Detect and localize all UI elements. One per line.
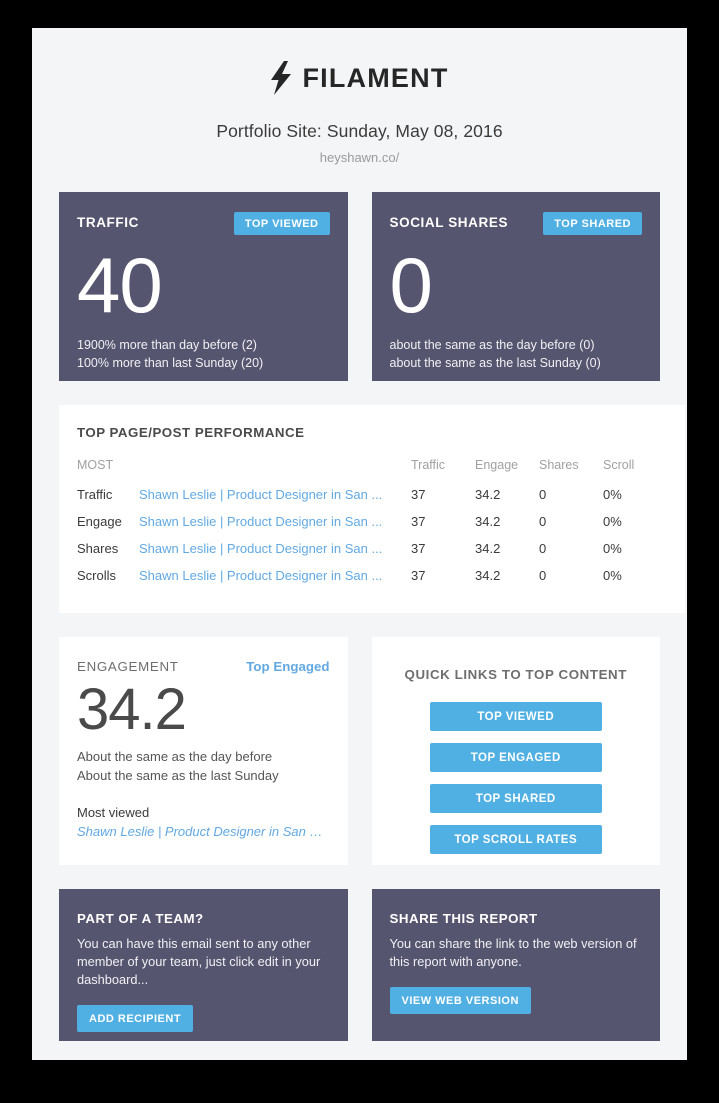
table-row: Scrolls Shawn Leslie | Product Designer … bbox=[77, 562, 667, 589]
page-title: Portfolio Site: Sunday, May 08, 2016 bbox=[216, 121, 503, 141]
engagement-card: ENGAGEMENT Top Engaged 34.2 About the sa… bbox=[59, 637, 348, 865]
column-header-shares: Shares bbox=[539, 458, 579, 472]
cell-shares: 0 bbox=[539, 568, 547, 583]
table-row: Shares Shawn Leslie | Product Designer i… bbox=[77, 535, 667, 562]
top-shared-button[interactable]: TOP SHARED bbox=[543, 212, 642, 235]
performance-title: TOP PAGE/POST PERFORMANCE bbox=[77, 425, 305, 440]
performance-row: TOP PAGE/POST PERFORMANCE MOST Traffic E… bbox=[32, 405, 687, 613]
engagement-compare-day: About the same as the day before bbox=[77, 748, 273, 764]
brand-logo: FILAMENT bbox=[32, 56, 687, 100]
cell-engage: 34.2 bbox=[475, 514, 501, 529]
traffic-card: TRAFFIC TOP VIEWED 40 1900% more than da… bbox=[59, 192, 348, 381]
cell-scroll: 0% bbox=[603, 541, 622, 556]
cell-engage: 34.2 bbox=[475, 541, 501, 556]
quick-link-top-shared[interactable]: TOP SHARED bbox=[429, 784, 602, 813]
traffic-label: TRAFFIC bbox=[77, 215, 139, 230]
team-promo-body: You can have this email sent to any othe… bbox=[77, 936, 321, 988]
cell-engage: 34.2 bbox=[475, 487, 501, 502]
traffic-compare-week: 100% more than last Sunday (20) bbox=[77, 355, 264, 370]
performance-table: MOST Traffic Engage Shares Scroll Traffi… bbox=[77, 452, 667, 589]
social-shares-compare-week: about the same as the last Sunday (0) bbox=[389, 355, 601, 370]
most-viewed-label: Most viewed bbox=[77, 804, 150, 820]
column-header-engage: Engage bbox=[475, 458, 519, 472]
team-promo-card: PART OF A TEAM? You can have this email … bbox=[59, 889, 348, 1041]
report-header: FILAMENT Portfolio Site: Sunday, May 08,… bbox=[32, 28, 687, 165]
row-label: Traffic bbox=[77, 487, 113, 502]
row-label: Scrolls bbox=[77, 568, 117, 583]
quick-link-top-scroll-rates[interactable]: TOP SCROLL RATES bbox=[429, 825, 602, 854]
table-row: Traffic Shawn Leslie | Product Designer … bbox=[77, 481, 667, 508]
quick-link-top-viewed[interactable]: TOP VIEWED bbox=[429, 702, 602, 731]
social-shares-card-header: SOCIAL SHARES TOP SHARED bbox=[389, 212, 642, 236]
cell-shares: 0 bbox=[539, 541, 547, 556]
column-header-page bbox=[139, 452, 411, 481]
column-header-scroll: Scroll bbox=[603, 458, 635, 472]
most-viewed-link[interactable]: Shawn Leslie | Product Designer in San D… bbox=[77, 824, 329, 839]
page-link[interactable]: Shawn Leslie | Product Designer in San .… bbox=[139, 487, 407, 502]
cell-shares: 0 bbox=[539, 514, 547, 529]
social-shares-comparisons: about the same as the day before (0) abo… bbox=[390, 336, 643, 372]
cell-traffic: 37 bbox=[411, 487, 426, 502]
engagement-comparisons: About the same as the day before About t… bbox=[77, 748, 330, 786]
brand-name: FILAMENT bbox=[302, 62, 449, 93]
quick-links-title: QUICK LINKS TO TOP CONTENT bbox=[404, 667, 627, 682]
traffic-comparisons: 1900% more than day before (2) 100% more… bbox=[77, 336, 330, 372]
cell-scroll: 0% bbox=[603, 487, 622, 502]
cell-engage: 34.2 bbox=[475, 568, 501, 583]
engagement-row: ENGAGEMENT Top Engaged 34.2 About the sa… bbox=[32, 637, 687, 865]
column-header-most: MOST bbox=[77, 458, 114, 472]
traffic-value: 40 bbox=[77, 241, 163, 329]
social-shares-card: SOCIAL SHARES TOP SHARED 0 about the sam… bbox=[371, 192, 660, 381]
lightning-bolt-icon bbox=[270, 61, 292, 95]
social-shares-compare-day: about the same as the day before (0) bbox=[389, 337, 595, 352]
share-promo-body: You can share the link to the web versio… bbox=[389, 936, 637, 970]
engagement-value: 34.2 bbox=[77, 677, 187, 742]
table-header-row: MOST Traffic Engage Shares Scroll bbox=[77, 452, 667, 481]
quick-links-card: QUICK LINKS TO TOP CONTENT TOP VIEWED TO… bbox=[371, 637, 660, 865]
top-engaged-link[interactable]: Top Engaged bbox=[246, 659, 329, 674]
cell-scroll: 0% bbox=[603, 568, 622, 583]
team-promo-title: PART OF A TEAM? bbox=[77, 911, 204, 926]
cell-traffic: 37 bbox=[411, 568, 426, 583]
page-link[interactable]: Shawn Leslie | Product Designer in San .… bbox=[139, 568, 407, 583]
share-promo-card: SHARE THIS REPORT You can share the link… bbox=[371, 889, 660, 1041]
performance-card: TOP PAGE/POST PERFORMANCE MOST Traffic E… bbox=[59, 405, 685, 613]
cell-traffic: 37 bbox=[411, 541, 426, 556]
cell-scroll: 0% bbox=[603, 514, 622, 529]
row-label: Shares bbox=[77, 541, 119, 556]
cell-shares: 0 bbox=[539, 487, 547, 502]
row-label: Engage bbox=[77, 514, 122, 529]
traffic-card-header: TRAFFIC TOP VIEWED bbox=[77, 212, 330, 236]
engagement-card-header: ENGAGEMENT Top Engaged bbox=[77, 659, 330, 674]
site-url: heyshawn.co/ bbox=[319, 150, 400, 165]
add-recipient-button[interactable]: ADD RECIPIENT bbox=[77, 1005, 194, 1033]
engagement-compare-week: About the same as the last Sunday bbox=[77, 767, 279, 783]
stats-row: TRAFFIC TOP VIEWED 40 1900% more than da… bbox=[32, 192, 687, 381]
traffic-compare-day: 1900% more than day before (2) bbox=[77, 337, 257, 352]
column-header-traffic: Traffic bbox=[411, 458, 446, 472]
page-link[interactable]: Shawn Leslie | Product Designer in San .… bbox=[139, 514, 407, 529]
engagement-label: ENGAGEMENT bbox=[77, 659, 179, 674]
report-page: FILAMENT Portfolio Site: Sunday, May 08,… bbox=[32, 28, 687, 1060]
promo-row: PART OF A TEAM? You can have this email … bbox=[32, 889, 687, 1041]
share-promo-title: SHARE THIS REPORT bbox=[389, 911, 538, 926]
table-row: Engage Shawn Leslie | Product Designer i… bbox=[77, 508, 667, 535]
social-shares-value: 0 bbox=[389, 241, 433, 329]
quick-link-top-engaged[interactable]: TOP ENGAGED bbox=[429, 743, 602, 772]
social-shares-label: SOCIAL SHARES bbox=[389, 215, 509, 230]
view-web-version-button[interactable]: VIEW WEB VERSION bbox=[389, 987, 531, 1015]
top-viewed-button[interactable]: TOP VIEWED bbox=[233, 212, 330, 235]
page-link[interactable]: Shawn Leslie | Product Designer in San .… bbox=[139, 541, 407, 556]
cell-traffic: 37 bbox=[411, 514, 426, 529]
